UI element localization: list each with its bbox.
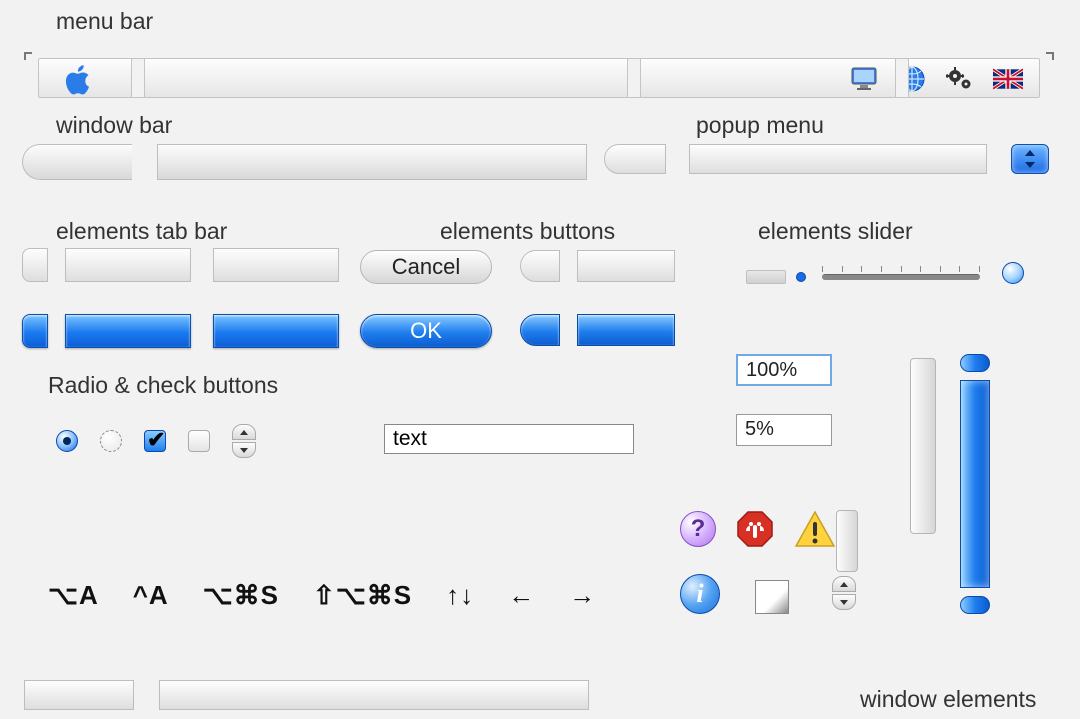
field-100pct[interactable]: 100%	[736, 354, 832, 386]
image-well-icon[interactable]	[755, 580, 789, 614]
tab-bar-inactive	[22, 248, 339, 282]
button-body[interactable]	[577, 250, 675, 282]
label-radio-check: Radio & check buttons	[48, 372, 278, 399]
vertical-well	[836, 510, 858, 572]
menubar-divider	[627, 59, 641, 97]
apple-menu-icon[interactable]	[65, 63, 95, 97]
shortcut-ctrl-a: ^A	[133, 580, 169, 611]
slider-min-marker	[796, 272, 806, 282]
vbar-cap-bottom[interactable]	[960, 596, 990, 614]
slider-min-well	[746, 270, 786, 284]
tab-left-cap[interactable]	[22, 248, 48, 282]
popup-arrow-button[interactable]	[1011, 144, 1049, 174]
menubar-divider	[895, 59, 909, 97]
window-elements-bar	[24, 680, 589, 716]
shortcut-up-down: ↑↓	[446, 580, 474, 611]
info-icon[interactable]: i	[680, 574, 720, 614]
stepper-up-button[interactable]	[832, 576, 856, 592]
popup-body[interactable]	[689, 144, 987, 174]
label-popup-menu: popup menu	[696, 112, 824, 139]
vertical-scrollbar-blue[interactable]	[960, 354, 990, 614]
shortcut-left: ←	[508, 580, 535, 611]
button-body-active[interactable]	[577, 314, 675, 346]
stepper-down-button[interactable]	[232, 442, 256, 458]
keyboard-shortcuts-row: ⌥A ^A ⌥⌘S ⇧⌥⌘S ↑↓ ← →	[48, 580, 596, 611]
monitor-icon[interactable]	[849, 64, 879, 94]
tab-segment[interactable]	[213, 248, 339, 282]
slider-ticks	[822, 266, 980, 272]
label-menu-bar: menu bar	[56, 8, 153, 35]
warning-icon[interactable]	[794, 510, 836, 548]
button-cap-active[interactable]	[520, 314, 560, 346]
gears-icon[interactable]	[945, 64, 975, 94]
slider-thumb[interactable]	[1002, 262, 1024, 284]
tab-bar-active	[22, 314, 339, 348]
tab-segment[interactable]	[65, 248, 191, 282]
button-segment-active	[520, 314, 675, 346]
checkbox-checked[interactable]	[144, 430, 166, 452]
window-bar	[22, 144, 587, 180]
slider[interactable]	[746, 260, 1046, 290]
window-bar-left-cap[interactable]	[22, 144, 132, 180]
shortcut-opt-a: ⌥A	[48, 580, 99, 611]
checkbox-unchecked[interactable]	[188, 430, 210, 452]
label-elements-tab-bar: elements tab bar	[56, 218, 227, 245]
flag-uk-icon[interactable]	[993, 64, 1023, 94]
button-cap[interactable]	[520, 250, 560, 282]
window-element-body[interactable]	[159, 680, 589, 710]
shortcut-right: →	[569, 580, 596, 611]
tab-segment-active[interactable]	[213, 314, 339, 348]
vbar-cap-top[interactable]	[960, 354, 990, 372]
ok-button[interactable]: OK	[360, 314, 492, 348]
stepper-small[interactable]	[832, 576, 856, 610]
tab-left-cap-active[interactable]	[22, 314, 48, 348]
shortcut-shift-opt-cmd-s: ⇧⌥⌘S	[313, 580, 412, 611]
stepper-down-button[interactable]	[832, 594, 856, 610]
menubar-divider	[131, 59, 145, 97]
help-icon[interactable]: ?	[680, 511, 716, 547]
stop-icon[interactable]	[736, 510, 774, 548]
stepper[interactable]	[232, 424, 256, 458]
vertical-scrollbar-gray[interactable]	[910, 358, 936, 534]
field-5pct[interactable]: 5%	[736, 414, 832, 446]
text-input[interactable]	[384, 424, 634, 454]
label-window-bar: window bar	[56, 112, 172, 139]
corner-marker	[24, 52, 32, 60]
window-element-left[interactable]	[24, 680, 134, 710]
label-elements-slider: elements slider	[758, 218, 913, 245]
radio-unselected[interactable]	[100, 430, 122, 452]
slider-track[interactable]	[822, 274, 980, 280]
cancel-button[interactable]: Cancel	[360, 250, 492, 284]
vbar-body[interactable]	[960, 380, 990, 588]
popup-left-cap[interactable]	[604, 144, 666, 174]
label-elements-buttons: elements buttons	[440, 218, 615, 245]
label-window-elements: window elements	[860, 686, 1036, 713]
tab-segment-active[interactable]	[65, 314, 191, 348]
menu-bar	[24, 52, 1054, 98]
shortcut-opt-cmd-s: ⌥⌘S	[203, 580, 279, 611]
popup-menu	[604, 144, 1049, 180]
corner-marker	[1046, 52, 1054, 60]
window-bar-body[interactable]	[157, 144, 587, 180]
button-segment-inactive	[520, 250, 675, 282]
menu-bar-strip	[38, 58, 1040, 98]
stepper-up-button[interactable]	[232, 424, 256, 440]
radio-selected[interactable]	[56, 430, 78, 452]
